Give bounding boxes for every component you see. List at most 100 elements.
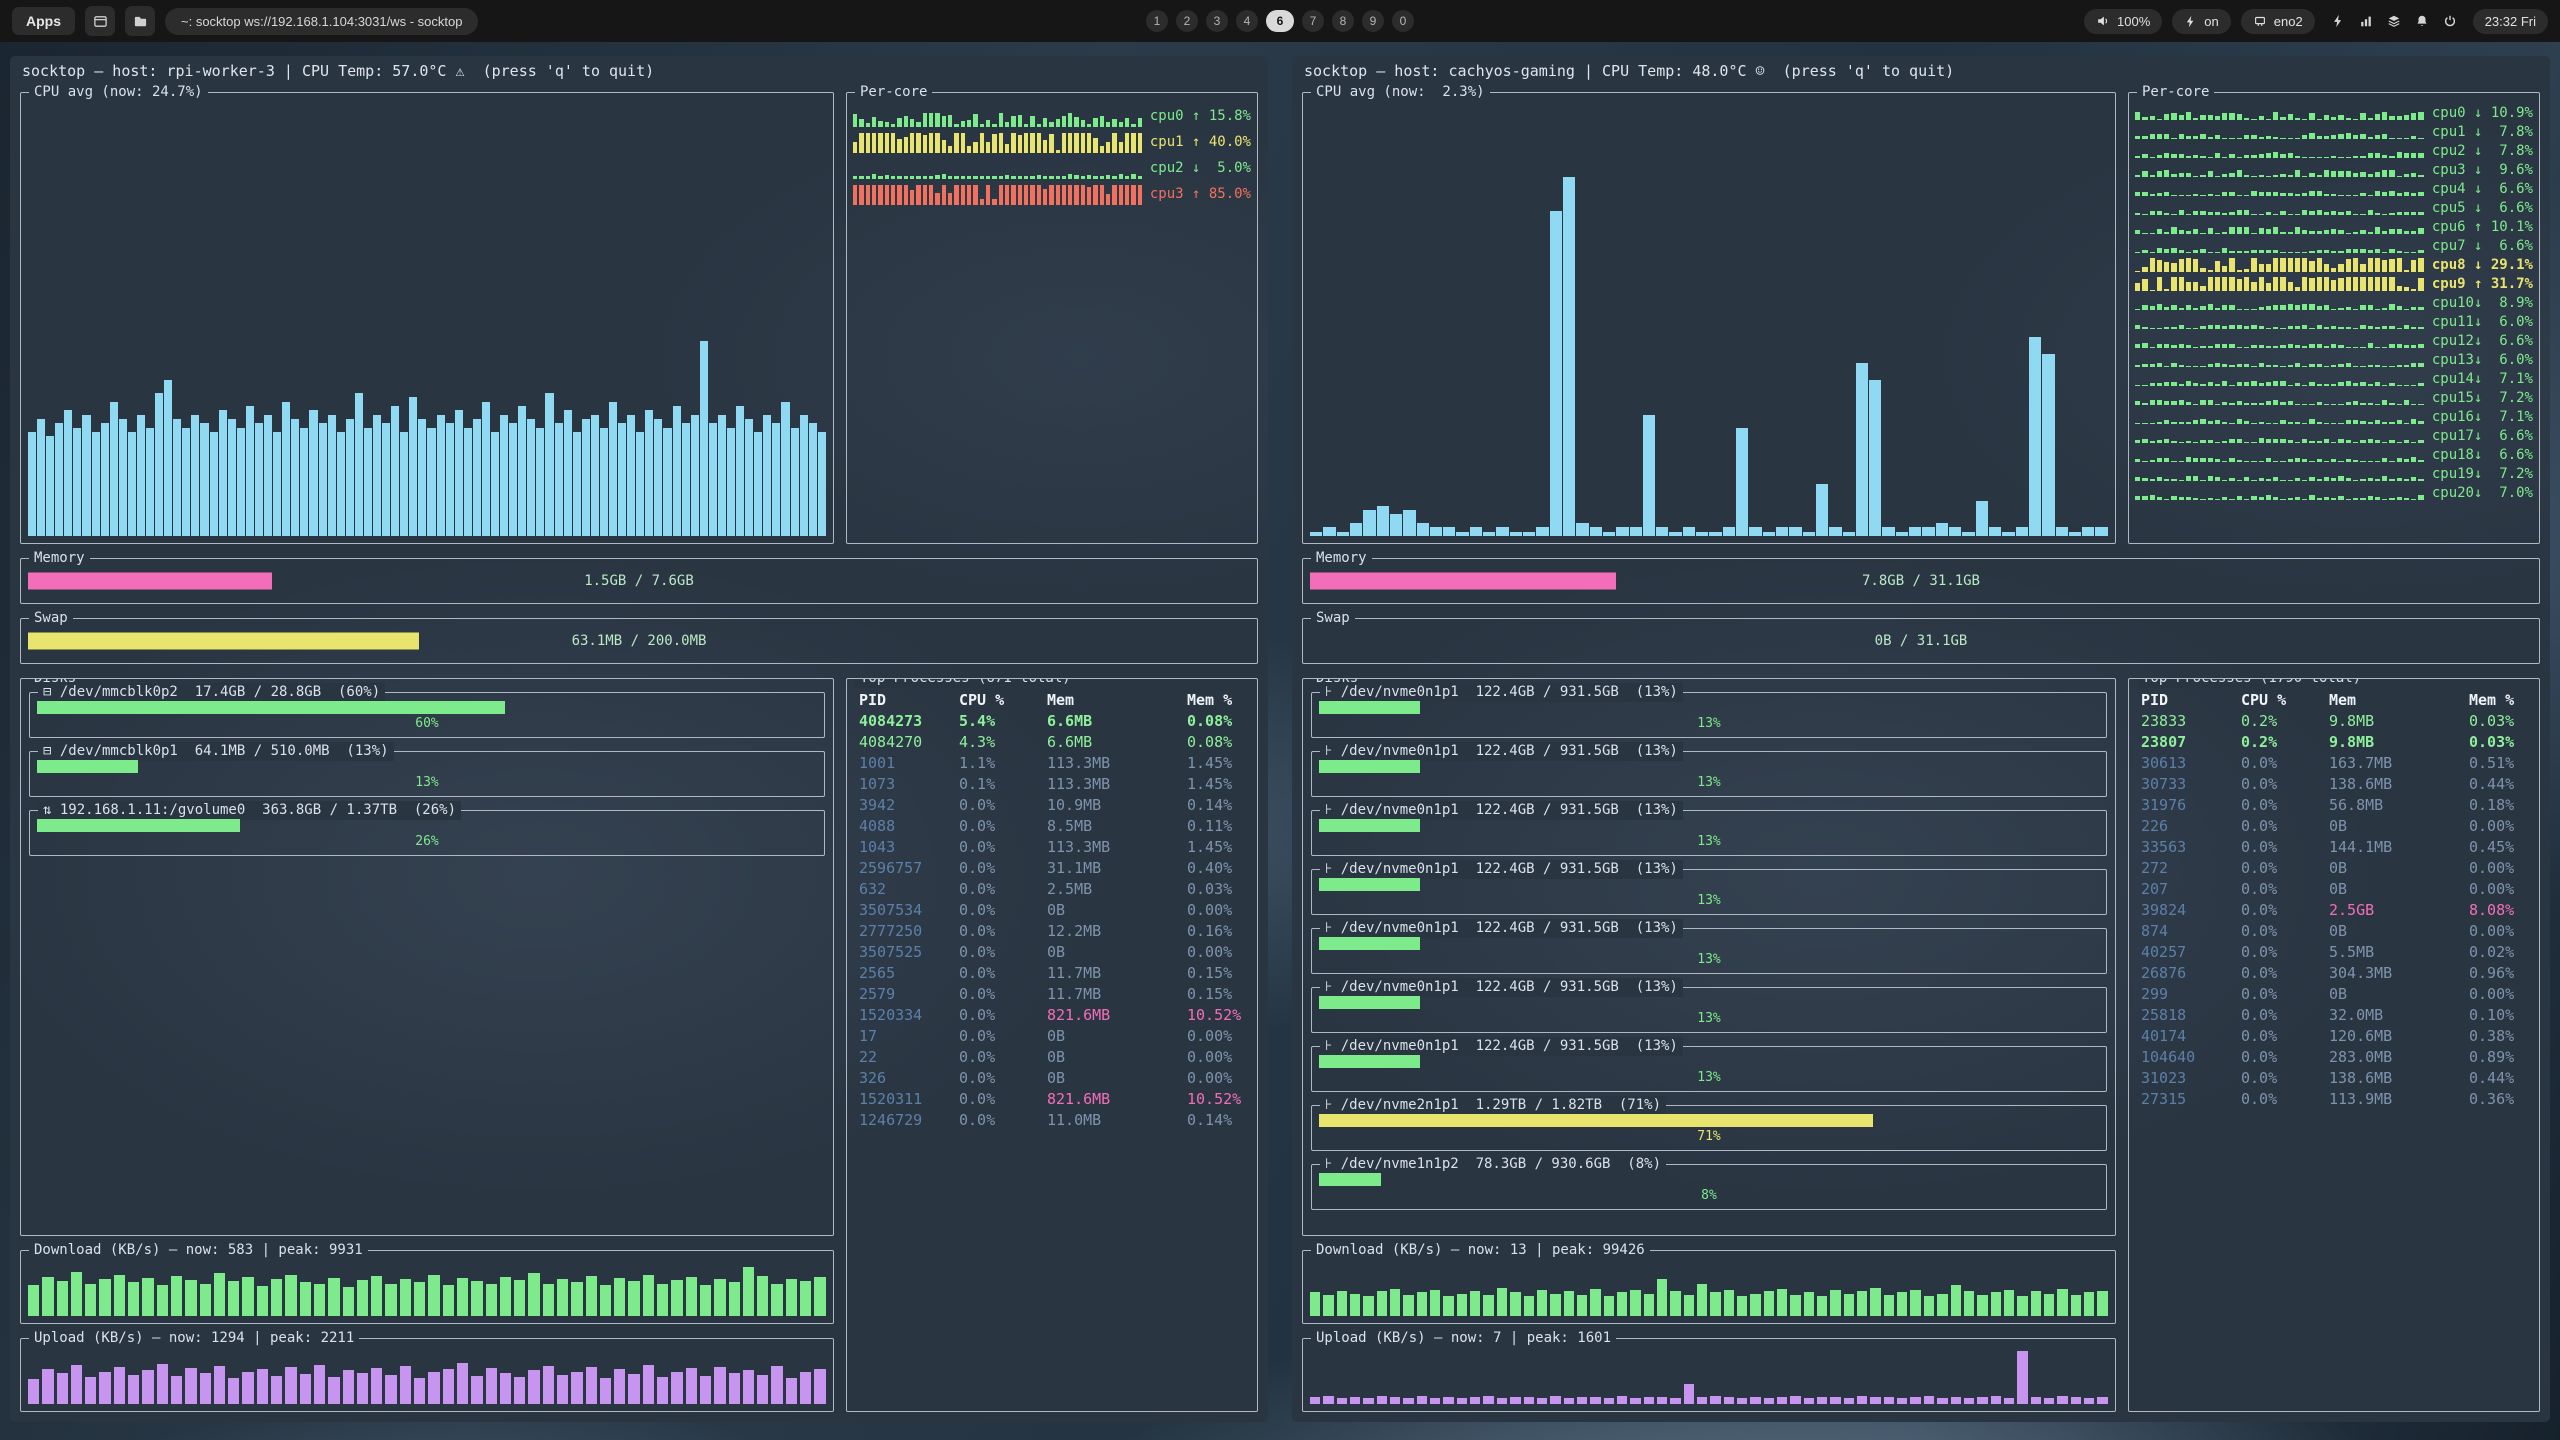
bar <box>2215 153 2220 158</box>
bar <box>2157 119 2162 121</box>
workspace-button-0[interactable]: 0 <box>1392 10 1414 32</box>
stats-icon[interactable] <box>2359 14 2373 28</box>
bar <box>1100 176 1104 179</box>
bar <box>2404 192 2409 196</box>
workspace-button-4[interactable]: 4 <box>1236 10 1258 32</box>
bar <box>1093 185 1097 205</box>
process-row: 2990.0%0B0.00% <box>2141 985 2527 1006</box>
bar <box>2338 327 2343 329</box>
bar <box>891 185 895 205</box>
bar <box>2142 305 2147 311</box>
bar <box>2295 478 2300 482</box>
workspace-button-7[interactable]: 7 <box>1302 10 1324 32</box>
cell: 1073 <box>859 775 959 796</box>
bar <box>385 1375 396 1404</box>
bar <box>2338 230 2343 235</box>
workspace-button-1[interactable]: 1 <box>1146 10 1168 32</box>
bar <box>2171 401 2176 405</box>
bar <box>2346 195 2351 197</box>
bar <box>1922 527 1934 536</box>
bar <box>2309 344 2314 348</box>
volume-indicator[interactable]: 100% <box>2084 9 2162 34</box>
bar <box>2324 346 2329 348</box>
bar <box>2389 138 2394 140</box>
workspace-button-3[interactable]: 3 <box>1206 10 1228 32</box>
per-core-label: cpu3 ↓ 9.6% <box>2432 163 2533 177</box>
bar <box>1024 176 1028 179</box>
bar <box>2244 421 2249 424</box>
cell: 4.3% <box>959 733 1047 754</box>
power-icon[interactable] <box>2443 14 2457 28</box>
bar <box>2280 439 2285 443</box>
per-core-row: cpu15↓ 7.2% <box>2135 388 2533 407</box>
bar <box>2288 153 2293 158</box>
bar <box>2331 404 2336 406</box>
terminal-window-rpi-worker-3[interactable]: socktop — host: rpi-worker-3 | CPU Temp:… <box>10 56 1268 1422</box>
window-button[interactable] <box>85 6 115 36</box>
bar <box>2208 476 2213 481</box>
bar <box>1106 175 1110 179</box>
notifications-icon[interactable] <box>2415 14 2429 28</box>
per-core-row: cpu1 ↓ 7.8% <box>2135 122 2533 141</box>
performance-icon[interactable] <box>2331 14 2345 28</box>
files-button[interactable] <box>125 6 155 36</box>
bar <box>2259 175 2264 177</box>
bar <box>2389 440 2394 444</box>
bar <box>2309 382 2314 386</box>
bar <box>2186 258 2191 272</box>
cell: 0.00% <box>1187 1027 1245 1048</box>
download-history-chart <box>28 1260 826 1316</box>
bar <box>2411 307 2416 311</box>
cell: 0.08% <box>1187 712 1245 733</box>
bar <box>2288 326 2293 330</box>
bar <box>2317 157 2322 159</box>
bar <box>2346 478 2351 481</box>
bar <box>285 1367 296 1404</box>
bar <box>866 176 870 179</box>
bar <box>2171 422 2176 424</box>
apps-button[interactable]: Apps <box>12 7 75 35</box>
network-indicator[interactable]: eno2 <box>2241 9 2315 34</box>
bar <box>2164 192 2169 197</box>
bar <box>2338 439 2343 444</box>
bar <box>2171 263 2176 273</box>
workspace-button-9[interactable]: 9 <box>1362 10 1384 32</box>
bar <box>2259 250 2264 253</box>
active-window-title[interactable]: ~: socktop ws://192.168.1.104:3031/ws - … <box>165 8 478 35</box>
layers-icon[interactable] <box>2387 14 2401 28</box>
bar <box>2302 119 2307 121</box>
workspace-button-2[interactable]: 2 <box>1176 10 1198 32</box>
bar <box>2244 195 2249 197</box>
bar <box>2302 252 2307 254</box>
bar <box>2150 441 2155 443</box>
bar <box>2397 306 2402 310</box>
cell: 2565 <box>859 964 959 985</box>
bar <box>2266 250 2271 253</box>
bar <box>1323 527 1335 536</box>
bar <box>866 123 870 127</box>
bar <box>2244 251 2249 253</box>
bar <box>2208 364 2213 367</box>
per-core-sparkline <box>2135 181 2424 197</box>
bar <box>1937 1398 1947 1404</box>
bar <box>2237 114 2242 121</box>
workspace-button-6[interactable]: 6 <box>1266 10 1294 32</box>
bar <box>923 185 927 205</box>
bar <box>2346 157 2351 159</box>
workspace-button-8[interactable]: 8 <box>1332 10 1354 32</box>
power-profile-indicator[interactable]: on <box>2172 9 2230 34</box>
bar <box>1350 1397 1360 1404</box>
bar <box>300 1374 311 1404</box>
clock[interactable]: 23:32 Fri <box>2473 9 2548 34</box>
cell: 632 <box>859 880 959 901</box>
cell: 2596757 <box>859 859 959 880</box>
bar <box>1062 185 1066 205</box>
cell: 0.51% <box>2469 754 2527 775</box>
bar <box>246 406 254 536</box>
bar <box>1604 1296 1614 1316</box>
bar <box>2171 461 2176 463</box>
terminal-window-cachyos-gaming[interactable]: socktop — host: cachyos-gaming | CPU Tem… <box>1292 56 2550 1422</box>
per-core-row: cpu18↓ 6.6% <box>2135 445 2533 464</box>
disk-pct-label: 13% <box>1312 1070 2106 1085</box>
bar <box>2273 423 2278 425</box>
